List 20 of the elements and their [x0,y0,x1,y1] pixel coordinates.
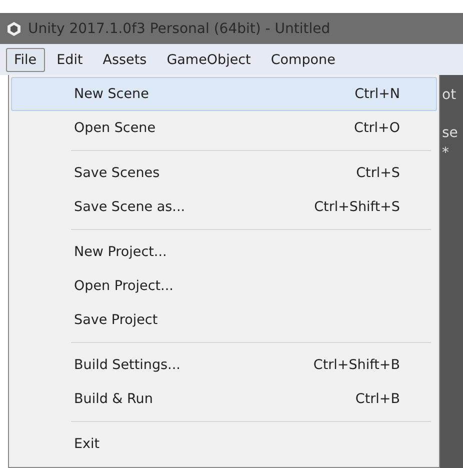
menu-item[interactable]: New Scene Ctrl+N [11,77,437,111]
menu-item[interactable]: Open Scene Ctrl+O [11,111,437,145]
menu-item[interactable]: New Project... [11,235,437,269]
menu-item[interactable]: Save Project [11,303,437,337]
menu-item[interactable]: Build Settings... Ctrl+Shift+B [11,348,437,382]
panel-text: se [442,125,458,141]
menu-bar-item[interactable]: Edit [48,48,91,72]
menu-bar-item[interactable]: File [6,48,45,72]
menu-bar-item[interactable]: Assets [94,48,155,72]
panel-text: * [442,145,449,161]
menu-item[interactable]: Exit [11,427,437,461]
menu-bar-item[interactable]: GameObject [158,48,259,72]
menu-item[interactable]: Save Scenes Ctrl+S [11,156,437,190]
menu-item[interactable]: Build & Run Ctrl+B [11,382,437,416]
window-title: Unity 2017.1.0f3 Personal (64bit) - Untitled [28,20,330,36]
menu-item[interactable]: Save Scene as... Ctrl+Shift+S [11,190,437,224]
panel-text: ot [442,87,456,103]
menu-bar-item[interactable]: Compone [262,48,344,72]
cube-logo-icon [6,20,22,36]
menu-item[interactable]: Open Project... [11,269,437,303]
